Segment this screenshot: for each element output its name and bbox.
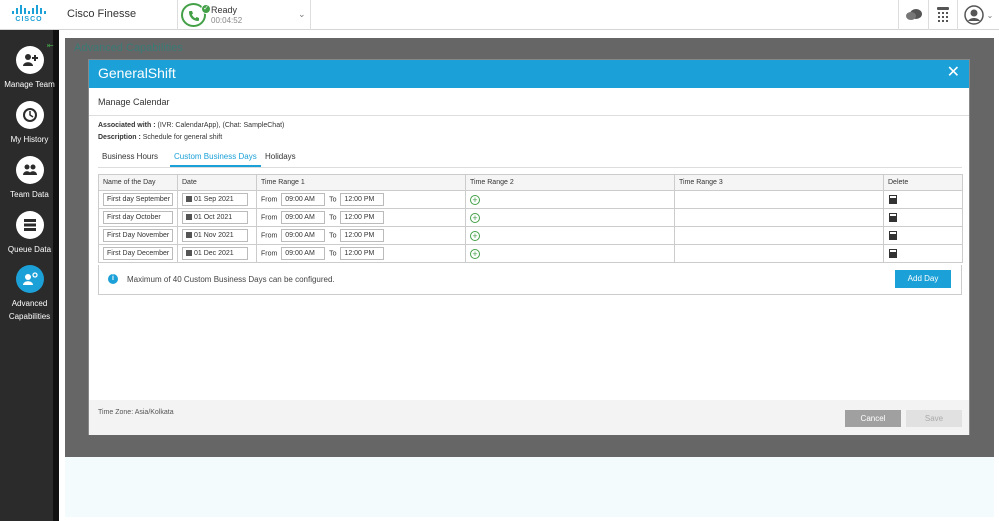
chevron-down-icon: ⌄ — [298, 9, 306, 19]
check-icon: ✓ — [201, 4, 211, 14]
telephone-icon — [937, 7, 949, 22]
custom-days-table: Name of the Day Date Time Range 1 Time R… — [98, 174, 963, 263]
table-row: First day October 01 Oct 2021 From 09:00… — [98, 208, 963, 227]
phone-ready-icon: ✓ — [181, 3, 211, 27]
close-icon[interactable]: ✕ — [947, 65, 960, 81]
sidebar-item-manage-team[interactable]: Manage Team — [0, 46, 59, 91]
to-time-input[interactable]: 12:00 PM — [340, 211, 385, 224]
tab-business-hours[interactable]: Business Hours — [102, 152, 158, 165]
to-time-input[interactable]: 12:00 PM — [340, 247, 385, 260]
trash-icon[interactable] — [889, 248, 897, 258]
trash-icon[interactable] — [889, 194, 897, 204]
dialog-header: GeneralShift ✕ — [89, 60, 969, 88]
sidebar-item-label: My History — [10, 135, 49, 144]
add-time-range-icon[interactable]: + — [470, 212, 480, 223]
date-picker[interactable]: 01 Nov 2021 — [182, 229, 248, 242]
add-time-range-icon[interactable]: + — [470, 194, 480, 205]
tab-custom-business-days[interactable]: Custom Business Days — [170, 152, 261, 167]
sidebar-item-label: Manage Team — [4, 80, 55, 89]
column-header: Date — [177, 174, 257, 191]
manage-calendar-dialog: GeneralShift ✕ Manage Calendar Associate… — [88, 59, 970, 435]
from-time-input[interactable]: 09:00 AM — [281, 229, 326, 242]
user-menu-button[interactable]: ⌄ — [957, 0, 999, 30]
chat-icon — [905, 9, 922, 20]
chevron-down-icon: ⌄ — [986, 10, 994, 20]
column-header: Time Range 3 — [674, 174, 884, 191]
column-header: Name of the Day — [98, 174, 178, 191]
table-row: First Day November 01 Nov 2021 From 09:0… — [98, 226, 963, 245]
calendar-icon — [186, 196, 192, 202]
day-name-input[interactable]: First day October — [103, 211, 173, 224]
tab-bar: Business Hours Custom Business Days Holi… — [98, 148, 962, 168]
add-time-range-icon[interactable]: + — [470, 248, 480, 259]
tab-holidays[interactable]: Holidays — [265, 152, 296, 165]
history-icon — [15, 101, 44, 129]
trash-icon[interactable] — [889, 230, 897, 240]
from-time-input[interactable]: 09:00 AM — [281, 211, 326, 224]
day-name-input[interactable]: First Day November — [103, 229, 173, 242]
sidebar: ⇤ Manage Team My History Team Data Queue… — [0, 30, 59, 521]
table-header-row: Name of the Day Date Time Range 1 Time R… — [98, 174, 963, 191]
manage-team-icon — [15, 46, 44, 74]
calendar-icon — [186, 232, 192, 238]
sidebar-item-team-data[interactable]: Team Data — [0, 156, 59, 201]
save-button[interactable]: Save — [906, 410, 962, 427]
column-header: Time Range 1 — [256, 174, 466, 191]
sidebar-item-advanced-capabilities[interactable]: Advanced Capabilities — [0, 265, 59, 323]
table-row: First Day December 01 Dec 2021 From 09:0… — [98, 244, 963, 263]
state-timer: 00:04:52 — [211, 16, 243, 25]
cancel-button[interactable]: Cancel — [845, 410, 901, 427]
divider — [89, 115, 969, 116]
column-header: Time Range 2 — [465, 174, 675, 191]
agent-state-dropdown[interactable]: ✓ Ready 00:04:52 ⌄ — [177, 0, 311, 30]
sidebar-item-label: Advanced Capabilities — [8, 299, 51, 321]
chat-bubble-button[interactable] — [898, 0, 928, 30]
day-name-input[interactable]: First day September — [103, 193, 173, 206]
advanced-capabilities-icon — [15, 265, 44, 293]
trash-icon[interactable] — [889, 212, 897, 222]
sidebar-item-queue-data[interactable]: Queue Data — [0, 211, 59, 256]
team-icon — [15, 156, 44, 184]
calendar-icon — [186, 214, 192, 220]
queue-icon — [15, 211, 44, 239]
add-day-button[interactable]: Add Day — [895, 270, 951, 288]
cisco-logo: CISCO — [9, 5, 49, 25]
date-picker[interactable]: 01 Dec 2021 — [182, 247, 248, 260]
info-panel: i Maximum of 40 Custom Business Days can… — [98, 265, 962, 295]
info-text: Maximum of 40 Custom Business Days can b… — [127, 275, 335, 284]
to-time-input[interactable]: 12:00 PM — [340, 193, 385, 206]
from-time-input[interactable]: 09:00 AM — [281, 193, 326, 206]
day-name-input[interactable]: First Day December — [103, 247, 173, 260]
to-time-input[interactable]: 12:00 PM — [340, 229, 385, 242]
dialpad-button[interactable] — [928, 0, 957, 30]
column-header: Delete — [883, 174, 963, 191]
page-background — [65, 457, 994, 517]
timezone-label: Time Zone: Asia/Kolkata — [98, 409, 174, 416]
date-picker[interactable]: 01 Oct 2021 — [182, 211, 248, 224]
app-title: Cisco Finesse — [67, 8, 137, 20]
add-time-range-icon[interactable]: + — [470, 230, 480, 241]
sidebar-item-label: Queue Data — [7, 245, 52, 254]
background-page-title: Advanced Capabilities — [74, 42, 183, 54]
table-row: First day September 01 Sep 2021 From 09:… — [98, 190, 963, 209]
top-bar: CISCO Cisco Finesse ✓ Ready 00:04:52 ⌄ ⌄ — [0, 0, 999, 30]
dialog-title: GeneralShift — [98, 65, 176, 81]
avatar-icon — [963, 5, 984, 25]
info-icon: i — [108, 274, 118, 284]
associated-with: Associated with : (IVR: CalendarApp), (C… — [98, 122, 285, 129]
calendar-icon — [186, 250, 192, 256]
sidebar-item-my-history[interactable]: My History — [0, 101, 59, 146]
description: Description : Schedule for general shift — [98, 134, 223, 141]
from-time-input[interactable]: 09:00 AM — [281, 247, 326, 260]
state-label: Ready — [211, 5, 238, 15]
date-picker[interactable]: 01 Sep 2021 — [182, 193, 248, 206]
dialog-subtitle: Manage Calendar — [98, 97, 170, 107]
dialog-footer: Time Zone: Asia/Kolkata Cancel Save — [89, 400, 969, 435]
sidebar-item-label: Team Data — [10, 190, 49, 199]
